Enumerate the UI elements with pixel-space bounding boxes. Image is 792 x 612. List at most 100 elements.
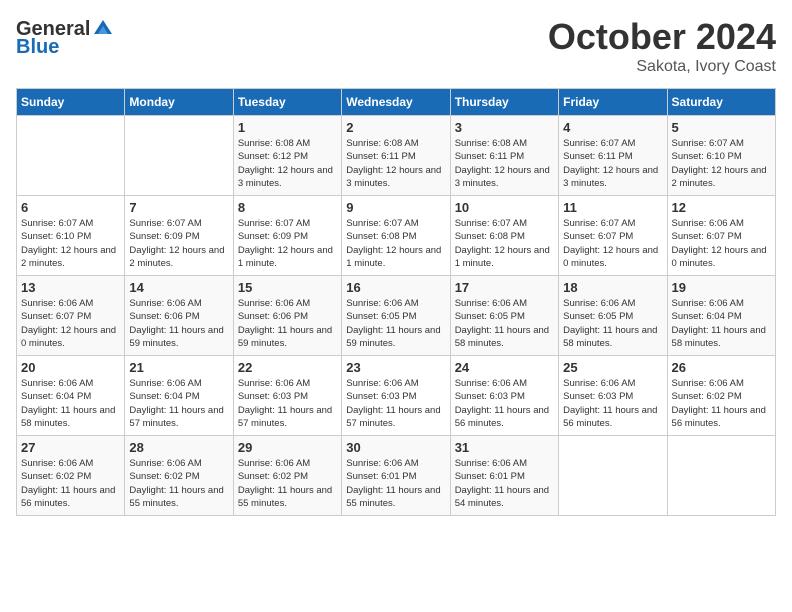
cell-text: Sunrise: 6:06 AM Sunset: 6:03 PM Dayligh… [563, 377, 662, 430]
day-number: 4 [563, 120, 662, 135]
calendar-cell: 14 Sunrise: 6:06 AM Sunset: 6:06 PM Dayli… [125, 276, 233, 356]
cell-text: Sunrise: 6:06 AM Sunset: 6:04 PM Dayligh… [129, 377, 228, 430]
cell-text: Sunrise: 6:06 AM Sunset: 6:06 PM Dayligh… [238, 297, 337, 350]
calendar-cell: 4 Sunrise: 6:07 AM Sunset: 6:11 PM Daylig… [559, 116, 667, 196]
cell-text: Sunrise: 6:07 AM Sunset: 6:07 PM Dayligh… [563, 217, 662, 270]
day-number: 28 [129, 440, 228, 455]
day-number: 17 [455, 280, 554, 295]
calendar-cell: 21 Sunrise: 6:06 AM Sunset: 6:04 PM Dayli… [125, 356, 233, 436]
day-number: 6 [21, 200, 120, 215]
cell-text: Sunrise: 6:06 AM Sunset: 6:03 PM Dayligh… [238, 377, 337, 430]
calendar-cell: 29 Sunrise: 6:06 AM Sunset: 6:02 PM Dayli… [233, 436, 341, 516]
calendar-cell: 27 Sunrise: 6:06 AM Sunset: 6:02 PM Dayli… [17, 436, 125, 516]
cell-text: Sunrise: 6:06 AM Sunset: 6:07 PM Dayligh… [672, 217, 771, 270]
weekday-header-saturday: Saturday [667, 89, 775, 116]
cell-text: Sunrise: 6:06 AM Sunset: 6:03 PM Dayligh… [455, 377, 554, 430]
location: Sakota, Ivory Coast [548, 58, 776, 76]
day-number: 9 [346, 200, 445, 215]
cell-text: Sunrise: 6:06 AM Sunset: 6:03 PM Dayligh… [346, 377, 445, 430]
calendar-cell: 22 Sunrise: 6:06 AM Sunset: 6:03 PM Dayli… [233, 356, 341, 436]
cell-text: Sunrise: 6:06 AM Sunset: 6:04 PM Dayligh… [21, 377, 120, 430]
calendar-cell: 24 Sunrise: 6:06 AM Sunset: 6:03 PM Dayli… [450, 356, 558, 436]
calendar-cell: 11 Sunrise: 6:07 AM Sunset: 6:07 PM Dayli… [559, 196, 667, 276]
cell-text: Sunrise: 6:07 AM Sunset: 6:09 PM Dayligh… [129, 217, 228, 270]
cell-text: Sunrise: 6:06 AM Sunset: 6:05 PM Dayligh… [455, 297, 554, 350]
calendar-cell: 17 Sunrise: 6:06 AM Sunset: 6:05 PM Dayli… [450, 276, 558, 356]
cell-text: Sunrise: 6:08 AM Sunset: 6:12 PM Dayligh… [238, 137, 337, 190]
day-number: 29 [238, 440, 337, 455]
calendar-cell: 12 Sunrise: 6:06 AM Sunset: 6:07 PM Dayli… [667, 196, 775, 276]
day-number: 19 [672, 280, 771, 295]
day-number: 12 [672, 200, 771, 215]
cell-text: Sunrise: 6:07 AM Sunset: 6:10 PM Dayligh… [672, 137, 771, 190]
cell-text: Sunrise: 6:06 AM Sunset: 6:07 PM Dayligh… [21, 297, 120, 350]
calendar-cell: 10 Sunrise: 6:07 AM Sunset: 6:08 PM Dayli… [450, 196, 558, 276]
day-number: 2 [346, 120, 445, 135]
cell-text: Sunrise: 6:06 AM Sunset: 6:02 PM Dayligh… [21, 457, 120, 510]
cell-text: Sunrise: 6:07 AM Sunset: 6:08 PM Dayligh… [455, 217, 554, 270]
cell-text: Sunrise: 6:06 AM Sunset: 6:06 PM Dayligh… [129, 297, 228, 350]
calendar-cell [559, 436, 667, 516]
calendar-cell: 25 Sunrise: 6:06 AM Sunset: 6:03 PM Dayli… [559, 356, 667, 436]
day-number: 31 [455, 440, 554, 455]
calendar-cell: 5 Sunrise: 6:07 AM Sunset: 6:10 PM Daylig… [667, 116, 775, 196]
weekday-header-sunday: Sunday [17, 89, 125, 116]
calendar-cell [667, 436, 775, 516]
day-number: 11 [563, 200, 662, 215]
day-number: 3 [455, 120, 554, 135]
cell-text: Sunrise: 6:06 AM Sunset: 6:02 PM Dayligh… [129, 457, 228, 510]
logo-icon [92, 16, 114, 38]
calendar-cell: 16Sunrise: 6:06 AM Sunset: 6:05 PM Dayli… [342, 276, 450, 356]
calendar-cell: 7 Sunrise: 6:07 AM Sunset: 6:09 PM Daylig… [125, 196, 233, 276]
cell-text: Sunrise: 6:08 AM Sunset: 6:11 PM Dayligh… [455, 137, 554, 190]
cell-text: Sunrise: 6:08 AM Sunset: 6:11 PM Dayligh… [346, 137, 445, 190]
page-header: General Blue October 2024 Sakota, Ivory … [16, 16, 776, 76]
weekday-header-thursday: Thursday [450, 89, 558, 116]
calendar-cell: 26 Sunrise: 6:06 AM Sunset: 6:02 PM Dayli… [667, 356, 775, 436]
weekday-header-wednesday: Wednesday [342, 89, 450, 116]
day-number: 24 [455, 360, 554, 375]
calendar-cell: 1Sunrise: 6:08 AM Sunset: 6:12 PM Daylig… [233, 116, 341, 196]
day-number: 16 [346, 280, 445, 295]
month-title: October 2024 [548, 16, 776, 58]
calendar-cell: 31Sunrise: 6:06 AM Sunset: 6:01 PM Dayli… [450, 436, 558, 516]
cell-text: Sunrise: 6:06 AM Sunset: 6:02 PM Dayligh… [672, 377, 771, 430]
calendar-cell: 3 Sunrise: 6:08 AM Sunset: 6:11 PM Daylig… [450, 116, 558, 196]
day-number: 25 [563, 360, 662, 375]
day-number: 15 [238, 280, 337, 295]
calendar-cell: 8Sunrise: 6:07 AM Sunset: 6:09 PM Daylig… [233, 196, 341, 276]
cell-text: Sunrise: 6:07 AM Sunset: 6:11 PM Dayligh… [563, 137, 662, 190]
cell-text: Sunrise: 6:06 AM Sunset: 6:04 PM Dayligh… [672, 297, 771, 350]
calendar-cell [17, 116, 125, 196]
day-number: 7 [129, 200, 228, 215]
cell-text: Sunrise: 6:06 AM Sunset: 6:05 PM Dayligh… [563, 297, 662, 350]
calendar-cell: 9Sunrise: 6:07 AM Sunset: 6:08 PM Daylig… [342, 196, 450, 276]
day-number: 23 [346, 360, 445, 375]
calendar-cell: 28 Sunrise: 6:06 AM Sunset: 6:02 PM Dayli… [125, 436, 233, 516]
weekday-header-monday: Monday [125, 89, 233, 116]
day-number: 27 [21, 440, 120, 455]
cell-text: Sunrise: 6:07 AM Sunset: 6:09 PM Dayligh… [238, 217, 337, 270]
calendar-table: SundayMondayTuesdayWednesdayThursdayFrid… [16, 88, 776, 516]
day-number: 18 [563, 280, 662, 295]
calendar-cell: 2 Sunrise: 6:08 AM Sunset: 6:11 PM Daylig… [342, 116, 450, 196]
calendar-cell: 30Sunrise: 6:06 AM Sunset: 6:01 PM Dayli… [342, 436, 450, 516]
calendar-cell: 20 Sunrise: 6:06 AM Sunset: 6:04 PM Dayli… [17, 356, 125, 436]
cell-text: Sunrise: 6:07 AM Sunset: 6:10 PM Dayligh… [21, 217, 120, 270]
weekday-header-friday: Friday [559, 89, 667, 116]
weekday-header-tuesday: Tuesday [233, 89, 341, 116]
day-number: 21 [129, 360, 228, 375]
day-number: 20 [21, 360, 120, 375]
day-number: 14 [129, 280, 228, 295]
day-number: 5 [672, 120, 771, 135]
day-number: 13 [21, 280, 120, 295]
calendar-cell: 19 Sunrise: 6:06 AM Sunset: 6:04 PM Dayli… [667, 276, 775, 356]
day-number: 22 [238, 360, 337, 375]
logo: General Blue [16, 16, 114, 59]
day-number: 26 [672, 360, 771, 375]
calendar-cell: 18 Sunrise: 6:06 AM Sunset: 6:05 PM Dayli… [559, 276, 667, 356]
calendar-cell: 13 Sunrise: 6:06 AM Sunset: 6:07 PM Dayli… [17, 276, 125, 356]
calendar-cell: 23 Sunrise: 6:06 AM Sunset: 6:03 PM Dayli… [342, 356, 450, 436]
cell-text: Sunrise: 6:06 AM Sunset: 6:02 PM Dayligh… [238, 457, 337, 510]
day-number: 10 [455, 200, 554, 215]
